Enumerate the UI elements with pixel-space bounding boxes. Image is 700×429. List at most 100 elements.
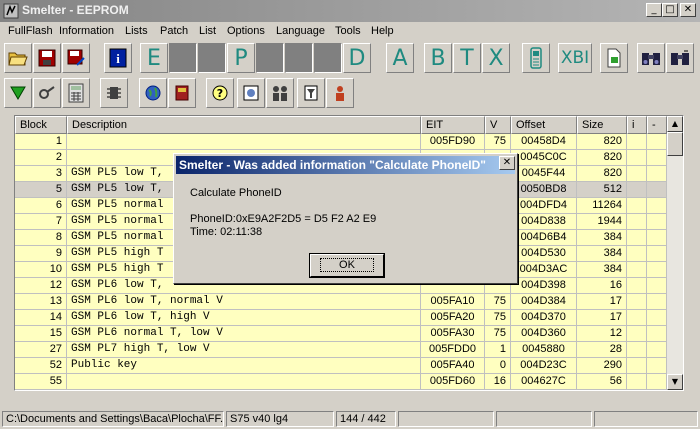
cell-i bbox=[627, 374, 647, 390]
scroll-down-button[interactable]: ▼ bbox=[667, 374, 683, 390]
tool-button-2[interactable] bbox=[33, 78, 61, 108]
cell-eit: 005FA30 bbox=[421, 326, 485, 342]
t-button[interactable]: T bbox=[453, 43, 481, 73]
help-button[interactable]: ? bbox=[206, 78, 234, 108]
disabled-button-2 bbox=[198, 43, 226, 73]
cell-dash bbox=[647, 214, 667, 230]
cell-size: 384 bbox=[577, 246, 627, 262]
column-header-size[interactable]: Size bbox=[577, 116, 627, 134]
column-header-dash[interactable]: - bbox=[647, 116, 667, 134]
table-row[interactable]: 52 Public key 005FA40 0 004D23C 290 bbox=[15, 358, 667, 374]
scroll-thumb[interactable] bbox=[667, 132, 683, 156]
table-row[interactable]: 14 GSM PL6 low T, high V 005FA20 75 004D370 1… bbox=[15, 310, 667, 326]
xbi-button[interactable]: XBI bbox=[558, 43, 592, 73]
cell-dash bbox=[647, 326, 667, 342]
info-icon: i bbox=[109, 48, 127, 68]
menu-language[interactable]: Language bbox=[276, 25, 325, 37]
svg-text:?: ? bbox=[217, 87, 223, 100]
window-title: Smelter - EEPROM bbox=[22, 3, 129, 17]
tool-button-8[interactable] bbox=[237, 78, 265, 108]
ok-button[interactable]: OK bbox=[309, 253, 385, 278]
column-header-v[interactable]: V bbox=[485, 116, 511, 134]
menu-tools[interactable]: Tools bbox=[335, 25, 361, 37]
open-button[interactable] bbox=[4, 43, 32, 73]
table-row[interactable]: 1 005FD90 75 00458D4 820 bbox=[15, 134, 667, 150]
cell-i bbox=[627, 214, 647, 230]
eeprom-button[interactable]: E bbox=[140, 43, 168, 73]
dialog-close-button[interactable]: ✕ bbox=[499, 156, 515, 170]
column-header-i[interactable]: i bbox=[627, 116, 647, 134]
a-letter-icon: A bbox=[392, 45, 408, 71]
d-button[interactable]: D bbox=[343, 43, 371, 73]
x-button[interactable]: X bbox=[482, 43, 510, 73]
binoculars-icon bbox=[642, 53, 660, 65]
app-icon bbox=[3, 3, 19, 19]
info-button[interactable]: i bbox=[104, 43, 132, 73]
cell-i bbox=[627, 166, 647, 182]
patch-button[interactable]: P bbox=[227, 43, 255, 73]
status-file-path: C:\Documents and Settings\Baca\Plocha\FF… bbox=[2, 411, 224, 427]
table-row[interactable]: 27 GSM PL7 high T, low V 005FDD0 1 0045880 28 bbox=[15, 342, 667, 358]
tool-button-1[interactable] bbox=[4, 78, 32, 108]
table-row[interactable]: 13 GSM PL6 low T, normal V 005FA10 75 004D38… bbox=[15, 294, 667, 310]
tools-icon bbox=[39, 86, 55, 99]
table-row[interactable]: 55 005FD60 16 004627C 56 bbox=[15, 374, 667, 390]
column-header-block[interactable]: Block bbox=[15, 116, 67, 134]
cell-size: 28 bbox=[577, 342, 627, 358]
cell-size: 384 bbox=[577, 262, 627, 278]
tool-button-11[interactable] bbox=[326, 78, 354, 108]
cell-dash bbox=[647, 262, 667, 278]
menu-patch[interactable]: Patch bbox=[160, 25, 188, 37]
column-header-eit[interactable]: EIT bbox=[421, 116, 485, 134]
menu-information[interactable]: Information bbox=[59, 25, 114, 37]
tool-button-4[interactable] bbox=[100, 78, 128, 108]
document-button[interactable] bbox=[600, 43, 628, 73]
cell-i bbox=[627, 294, 647, 310]
menu-lists[interactable]: Lists bbox=[125, 25, 148, 37]
cell-i bbox=[627, 198, 647, 214]
cell-block: 15 bbox=[15, 326, 67, 342]
menu-list[interactable]: List bbox=[199, 25, 216, 37]
cell-block: 12 bbox=[15, 278, 67, 294]
column-header-description[interactable]: Description bbox=[67, 116, 421, 134]
menu-help[interactable]: Help bbox=[371, 25, 394, 37]
cell-dash bbox=[647, 246, 667, 262]
phoneid-dialog: Smelter - Was added information "Calcula… bbox=[173, 153, 518, 284]
cell-eit: 005FA40 bbox=[421, 358, 485, 374]
cell-eit: 005FDD0 bbox=[421, 342, 485, 358]
maximize-button[interactable]: □ bbox=[662, 3, 678, 17]
cell-block: 3 bbox=[15, 166, 67, 182]
table-row[interactable]: 15 GSM PL6 normal T, low V 005FA30 75 004D36… bbox=[15, 326, 667, 342]
cell-i bbox=[627, 230, 647, 246]
cell-size: 12 bbox=[577, 326, 627, 342]
svg-text:i: i bbox=[116, 51, 120, 66]
tool-button-10[interactable] bbox=[297, 78, 325, 108]
b-button[interactable]: B bbox=[424, 43, 452, 73]
find-button[interactable] bbox=[637, 43, 665, 73]
cell-eit: 005FA20 bbox=[421, 310, 485, 326]
help-icon: ? bbox=[212, 85, 228, 101]
find-next-button[interactable] bbox=[666, 43, 694, 73]
column-header-offset[interactable]: Offset bbox=[511, 116, 577, 134]
vertical-scrollbar[interactable]: ▲ ▼ bbox=[667, 116, 683, 390]
scroll-up-button[interactable]: ▲ bbox=[667, 116, 683, 132]
phone-button[interactable] bbox=[522, 43, 550, 73]
tool-button-9[interactable] bbox=[266, 78, 294, 108]
menu-options[interactable]: Options bbox=[227, 25, 265, 37]
tool-button-6[interactable] bbox=[168, 78, 196, 108]
minimize-button[interactable]: _ bbox=[646, 3, 662, 17]
a-button[interactable]: A bbox=[386, 43, 414, 73]
menu-fullflash[interactable]: FullFlash bbox=[8, 25, 53, 37]
close-button[interactable]: ✕ bbox=[680, 3, 696, 17]
cell-dash bbox=[647, 310, 667, 326]
secondary-toolbar: ? bbox=[0, 76, 700, 112]
cell-block: 55 bbox=[15, 374, 67, 390]
tool-button-5[interactable] bbox=[139, 78, 167, 108]
save-button[interactable] bbox=[33, 43, 61, 73]
disk-icon bbox=[243, 85, 259, 101]
save-as-button[interactable] bbox=[62, 43, 90, 73]
calculator-button[interactable] bbox=[62, 78, 90, 108]
cell-offset: 0050BD8 bbox=[511, 182, 577, 198]
cell-i bbox=[627, 134, 647, 150]
cell-dash bbox=[647, 150, 667, 166]
